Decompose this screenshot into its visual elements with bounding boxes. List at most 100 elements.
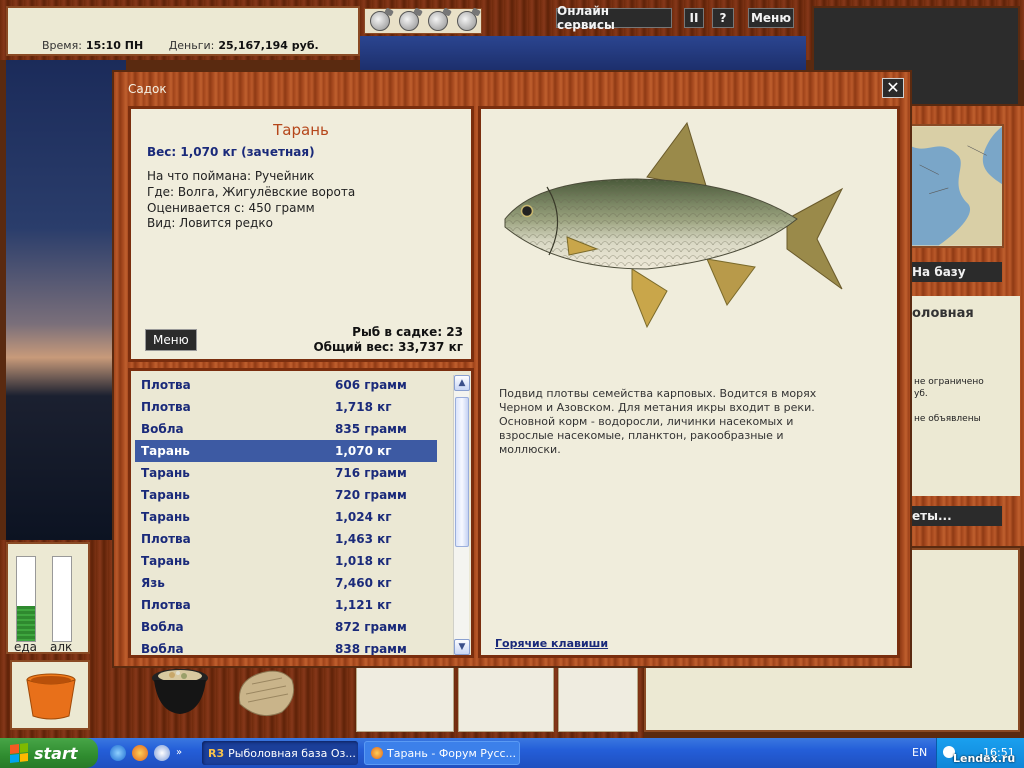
fish-row-name: Вобла [141, 642, 184, 656]
fish-list-row[interactable]: Плотва 1,463 кг [135, 528, 437, 550]
fish-weight: Вес: 1,070 кг (зачетная) [147, 145, 315, 159]
alcohol-meter [52, 556, 72, 642]
fish-row-weight: 835 грамм [335, 422, 407, 436]
fish-list-row[interactable]: Вобла 872 грамм [135, 616, 437, 638]
right-more-button[interactable]: еты... [906, 506, 1002, 526]
task-forum[interactable]: Тарань - Форум Русс... [364, 741, 520, 765]
fish-row-weight: 720 грамм [335, 488, 407, 502]
inventory-slot[interactable] [458, 662, 554, 732]
taskbar: start » R3 Рыболовная база Оз... Тарань … [0, 738, 1024, 768]
fish-row-name: Язь [141, 576, 165, 590]
fish-row-weight: 838 грамм [335, 642, 407, 656]
time-label: Время: [42, 39, 82, 52]
firefox-icon[interactable] [132, 745, 148, 761]
fish-row-weight: 1,018 кг [335, 554, 392, 568]
reel-icon[interactable] [398, 11, 419, 31]
help-button[interactable]: ? [712, 8, 734, 28]
list-scrollbar[interactable]: ▲ ▼ [453, 375, 470, 655]
fish-row-name: Вобла [141, 620, 184, 634]
system-tray: 16:51 Lendex.ru [936, 738, 1024, 768]
reel-icon[interactable] [456, 11, 477, 31]
fish-kind: Вид: Ловится редко [147, 216, 273, 230]
reel-icon[interactable] [427, 11, 448, 31]
fish-image [504, 121, 844, 329]
watermark: Lendex.ru [953, 752, 1016, 765]
start-label: start [34, 743, 78, 763]
fish-list-row[interactable]: Плотва 606 грамм [135, 374, 437, 396]
fish-name: Тарань [273, 121, 329, 139]
windows-logo-icon [10, 743, 28, 763]
fish-row-weight: 1,718 кг [335, 400, 392, 414]
fish-list-row[interactable]: Тарань 1,024 кг [135, 506, 437, 528]
fish-row-name: Тарань [141, 488, 190, 502]
right-info-line: не объявлены [914, 414, 981, 424]
right-info-line: не ограничено уб. [914, 377, 984, 399]
fish-list-row[interactable]: Плотва 1,718 кг [135, 396, 437, 418]
food-label: еда [14, 640, 38, 654]
money-value: 25,167,194 руб. [218, 39, 319, 52]
fish-list-row[interactable]: Вобла 838 грамм [135, 638, 437, 656]
meters-panel: еда алк [6, 542, 90, 654]
fish-list-row[interactable]: Тарань 1,070 кг [135, 440, 437, 462]
firefox-icon [371, 747, 383, 759]
scroll-thumb[interactable] [455, 397, 469, 547]
fish-row-weight: 1,070 кг [335, 444, 392, 458]
bucket-slot[interactable] [10, 660, 90, 730]
fish-list-row[interactable]: Вобла 835 грамм [135, 418, 437, 440]
fish-row-weight: 606 грамм [335, 378, 407, 392]
fish-row-name: Тарань [141, 466, 190, 480]
task-label: Тарань - Форум Русс... [387, 746, 517, 760]
fish-row-name: Плотва [141, 532, 191, 546]
lake-scene [6, 60, 126, 540]
fish-row-name: Плотва [141, 378, 191, 392]
keepnet-dialog: Садок ✕ Тарань Вес: 1,070 кг (зачетная) … [112, 70, 912, 668]
fish-description: Подвид плотвы семейства карповых. Водитс… [499, 387, 817, 456]
scroll-up-icon[interactable]: ▲ [454, 375, 470, 391]
inventory-slot[interactable] [356, 662, 454, 732]
top-menu-button[interactable]: Меню [748, 8, 794, 28]
language-indicator[interactable]: EN [912, 746, 927, 759]
fish-row-weight: 1,121 кг [335, 598, 392, 612]
fish-list-row[interactable]: Плотва 1,121 кг [135, 594, 437, 616]
menu-button[interactable]: Меню [145, 329, 197, 351]
fish-row-name: Тарань [141, 444, 190, 458]
start-button[interactable]: start [0, 738, 98, 768]
fish-row-weight: 1,024 кг [335, 510, 392, 524]
fish-info-panel: Тарань Вес: 1,070 кг (зачетная) На что п… [128, 106, 474, 362]
time-value: 15:10 ПН [85, 39, 144, 52]
inventory-slot[interactable] [558, 662, 638, 732]
sack-icon[interactable] [232, 664, 300, 720]
equipment-icons [364, 8, 482, 34]
fish-list-row[interactable]: Язь 7,460 кг [135, 572, 437, 594]
task-label: Рыболовная база Оз... [228, 746, 356, 760]
fish-count: Рыб в садке: 23 [352, 325, 463, 339]
money-label: Деньги: [168, 39, 215, 52]
close-button[interactable]: ✕ [882, 78, 904, 98]
fish-list-row[interactable]: Тарань 1,018 кг [135, 550, 437, 572]
food-meter-fill [17, 605, 35, 641]
right-info-title: оловная [912, 306, 974, 321]
fish-row-name: Вобла [141, 422, 184, 436]
pause-button[interactable]: II [684, 8, 704, 28]
map-icon [910, 126, 1002, 246]
game-app-icon: R3 [208, 746, 225, 760]
chevron-right-icon[interactable]: » [176, 748, 188, 758]
ie-icon[interactable] [110, 745, 126, 761]
pot-icon[interactable] [148, 664, 212, 716]
hotkeys-link[interactable]: Горячие клавиши [495, 637, 608, 650]
map-thumbnail[interactable] [908, 124, 1004, 248]
to-base-button[interactable]: На базу [906, 262, 1002, 282]
fish-list-row[interactable]: Тарань 720 грамм [135, 484, 437, 506]
scroll-down-icon[interactable]: ▼ [454, 639, 470, 655]
fish-list-row[interactable]: Тарань 716 грамм [135, 462, 437, 484]
reel-icon[interactable] [369, 11, 390, 31]
online-services-button[interactable]: Онлайн сервисы [556, 4, 672, 32]
dialog-title: Садок [128, 82, 167, 96]
alcohol-label: алк [50, 640, 73, 654]
right-info-panel: оловная не ограничено уб. не объявлены [906, 296, 1020, 496]
fish-price: Оценивается с: 450 грамм [147, 201, 315, 215]
task-fishing-game[interactable]: R3 Рыболовная база Оз... [202, 741, 358, 765]
fish-list: Плотва 606 грамм Плотва 1,718 кг Вобла 835 гр… [135, 374, 437, 656]
messenger-icon[interactable] [154, 745, 170, 761]
fish-place: Где: Волга, Жигулёвские ворота [147, 185, 356, 199]
